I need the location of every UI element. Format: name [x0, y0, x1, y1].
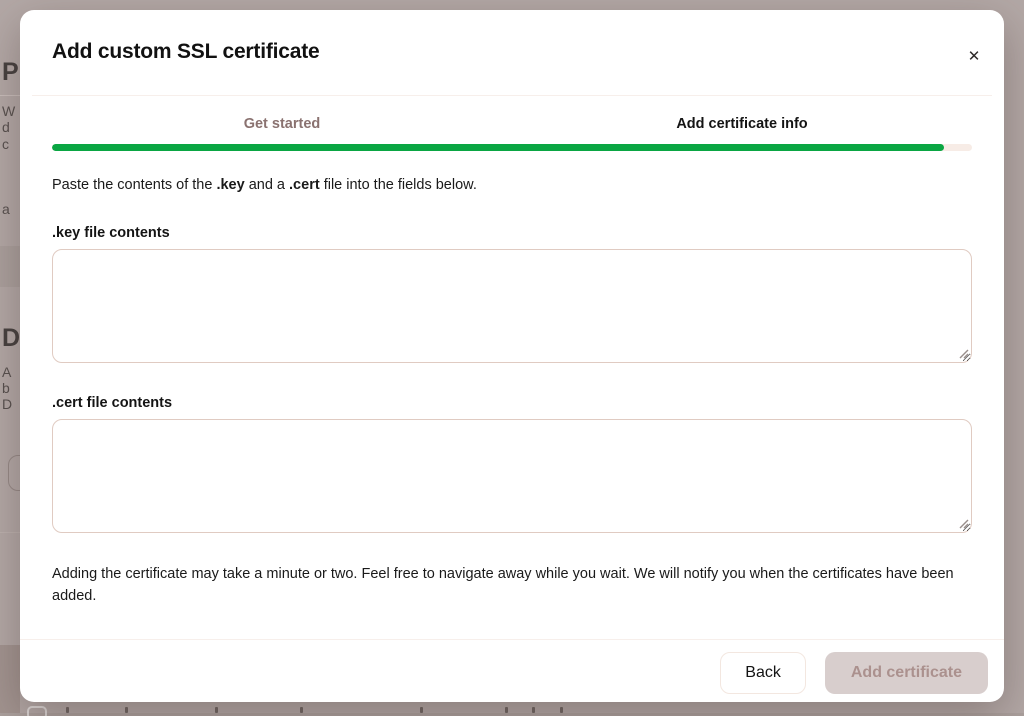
back-button[interactable]: Back: [720, 652, 806, 694]
cert-file-field-wrap: [52, 419, 972, 533]
background-glyph: [420, 707, 423, 713]
background-glyph: [215, 707, 218, 713]
progress-bar-track: [52, 144, 972, 151]
background-glyph: [125, 707, 128, 713]
background-section-band: [0, 246, 20, 287]
background-text-fragment: W: [2, 103, 15, 119]
dialog-footer: Back Add certificate: [20, 639, 1004, 702]
background-text-fragment: d: [2, 119, 10, 135]
background-glyph: [560, 707, 563, 713]
add-certificate-button[interactable]: Add certificate: [825, 652, 988, 694]
background-dark-area: [0, 645, 20, 716]
dialog-header: Add custom SSL certificate ✕: [20, 10, 1004, 95]
step-get-started[interactable]: Get started: [52, 116, 512, 132]
intro-text: Paste the contents of the .key and a .ce…: [52, 177, 972, 193]
key-token: .key: [216, 177, 244, 193]
background-glyph: [66, 707, 69, 713]
stepper: Get started Add certificate info: [52, 116, 972, 132]
close-button[interactable]: ✕: [960, 42, 988, 70]
background-heading-fragment: P: [2, 58, 19, 87]
background-text-fragment: a: [2, 201, 10, 217]
background-divider: [0, 532, 20, 533]
key-file-field-wrap: [52, 249, 972, 363]
background-glyph: [505, 707, 508, 713]
background-divider: [0, 95, 20, 96]
note-text: Adding the certificate may take a minute…: [52, 563, 972, 608]
key-file-textarea[interactable]: [52, 249, 972, 363]
background-text-fragment: A: [2, 364, 11, 380]
cert-file-label: .cert file contents: [52, 395, 972, 411]
background-text-fragment: c: [2, 136, 9, 152]
key-file-label: .key file contents: [52, 225, 972, 241]
background-checkbox: [27, 706, 47, 716]
add-custom-ssl-certificate-dialog: Add custom SSL certificate ✕ Get started…: [20, 10, 1004, 702]
background-text-fragment: D: [2, 396, 12, 412]
step-add-certificate-info[interactable]: Add certificate info: [512, 116, 972, 132]
cert-file-textarea[interactable]: [52, 419, 972, 533]
background-glyph: [300, 707, 303, 713]
progress-bar-fill: [52, 144, 944, 151]
background-text-fragment: b: [2, 380, 10, 396]
dialog-title: Add custom SSL certificate: [36, 40, 988, 64]
background-heading-fragment: D: [2, 324, 20, 353]
cert-token: .cert: [289, 177, 320, 193]
dialog-body: Get started Add certificate info Paste t…: [20, 96, 1004, 629]
background-glyph: [532, 707, 535, 713]
close-icon: ✕: [968, 47, 981, 65]
